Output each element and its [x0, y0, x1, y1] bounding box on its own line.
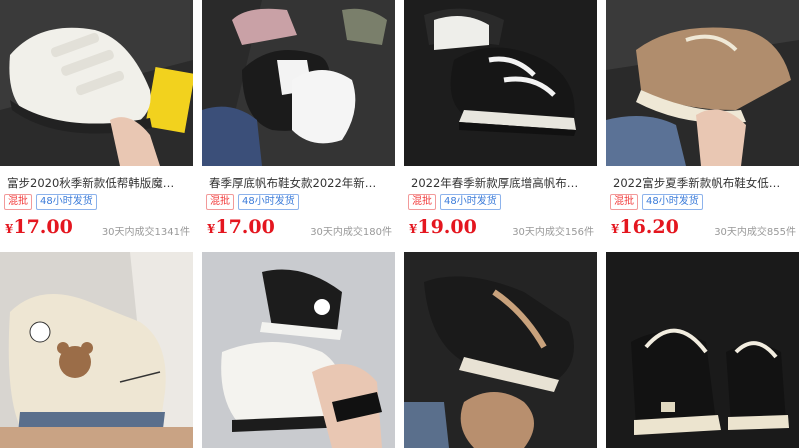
sales-count: 30天内成交855件: [714, 227, 796, 238]
product-price: ¥16.20: [611, 216, 679, 238]
shipping-tag: 48小时发货: [440, 194, 501, 210]
product-image[interactable]: [202, 0, 395, 166]
product-price: ¥19.00: [409, 216, 477, 238]
product-tags: 混批 48小时发货: [4, 194, 97, 210]
price-amount: 19.00: [417, 216, 477, 238]
mixed-batch-tag: 混批: [408, 194, 436, 210]
product-card[interactable]: 春季厚底帆布鞋女款2022年新… 混批 48小时发货 ¥17.00 30天内成交…: [202, 0, 395, 245]
product-title[interactable]: 2022年春季新款厚底增高帆布…: [411, 175, 593, 191]
price-amount: 17.00: [215, 216, 275, 238]
mixed-batch-tag: 混批: [206, 194, 234, 210]
product-card[interactable]: [606, 252, 799, 448]
product-price: ¥17.00: [5, 216, 73, 238]
sales-count: 30天内成交1341件: [101, 227, 190, 238]
product-image[interactable]: [404, 252, 597, 448]
product-tags: 混批 48小时发货: [610, 194, 703, 210]
product-image[interactable]: [606, 252, 799, 448]
product-card[interactable]: 2022年春季新款厚底增高帆布… 混批 48小时发货 ¥19.00 30天内成交…: [404, 0, 597, 245]
product-tags: 混批 48小时发货: [408, 194, 501, 210]
product-card[interactable]: [0, 252, 193, 448]
sales-count: 30天内成交156件: [512, 227, 594, 238]
sales-count: 30天内成交180件: [310, 227, 392, 238]
product-image[interactable]: [0, 252, 193, 448]
shipping-tag: 48小时发货: [642, 194, 703, 210]
product-tags: 混批 48小时发货: [206, 194, 299, 210]
price-amount: 16.20: [619, 216, 679, 238]
mixed-batch-tag: 混批: [610, 194, 638, 210]
shipping-tag: 48小时发货: [238, 194, 299, 210]
product-image[interactable]: [202, 252, 395, 448]
product-card[interactable]: [202, 252, 395, 448]
product-image[interactable]: [404, 0, 597, 166]
product-title[interactable]: 2022富步夏季新款帆布鞋女低…: [613, 175, 795, 191]
product-price: ¥17.00: [207, 216, 275, 238]
product-title[interactable]: 富步2020秋季新款低帮韩版魔…: [7, 175, 189, 191]
product-title[interactable]: 春季厚底帆布鞋女款2022年新…: [209, 175, 391, 191]
price-amount: 17.00: [13, 216, 73, 238]
product-grid: 富步2020秋季新款低帮韩版魔… 混批 48小时发货 ¥17.00 30天内成交…: [0, 0, 800, 448]
shipping-tag: 48小时发货: [36, 194, 97, 210]
product-card[interactable]: 富步2020秋季新款低帮韩版魔… 混批 48小时发货 ¥17.00 30天内成交…: [0, 0, 193, 245]
mixed-batch-tag: 混批: [4, 194, 32, 210]
product-card[interactable]: [404, 252, 597, 448]
product-image[interactable]: [0, 0, 193, 166]
product-card[interactable]: 2022富步夏季新款帆布鞋女低… 混批 48小时发货 ¥16.20 30天内成交…: [606, 0, 799, 245]
product-image[interactable]: [606, 0, 799, 166]
